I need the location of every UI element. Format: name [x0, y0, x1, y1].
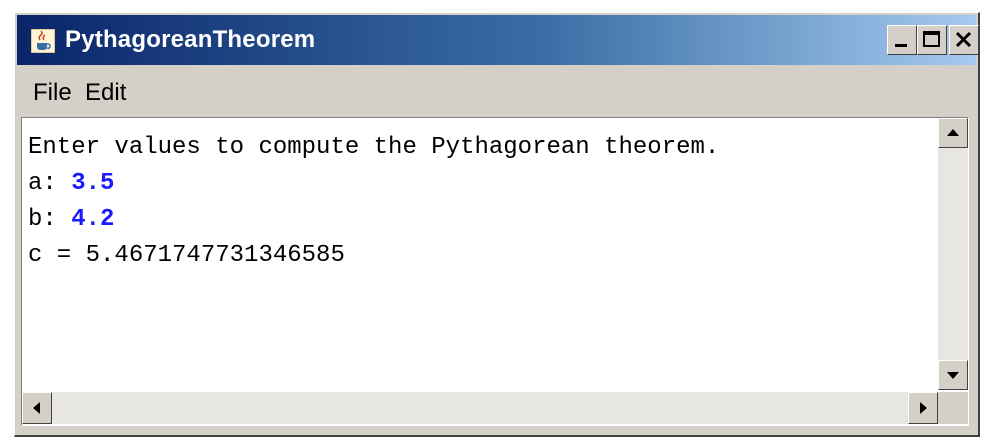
close-icon [950, 26, 978, 54]
maximize-icon [918, 26, 946, 54]
scroll-down-button[interactable] [938, 360, 968, 390]
result-line: c = 5.4671747731346585 [28, 242, 345, 269]
scroll-up-button[interactable] [938, 118, 968, 148]
arrow-up-icon [939, 119, 967, 147]
input-label-b: b: [28, 206, 72, 233]
scroll-pane: Enter values to compute the Pythagorean … [21, 117, 969, 426]
minimize-icon [888, 26, 916, 54]
scroll-corner [938, 392, 968, 424]
title-bar[interactable]: PythagoreanTheorem [17, 15, 979, 65]
horizontal-scrollbar[interactable] [22, 392, 938, 424]
scroll-right-button[interactable] [908, 392, 938, 424]
scroll-left-button[interactable] [22, 392, 52, 424]
maximize-button[interactable] [917, 25, 947, 55]
prompt-line: Enter values to compute the Pythagorean … [28, 134, 720, 161]
arrow-right-icon [909, 393, 937, 423]
minimize-button[interactable] [887, 25, 917, 55]
close-button[interactable] [949, 25, 979, 55]
window-title: PythagoreanTheorem [65, 26, 316, 53]
input-line-b: b: 4.2 [28, 202, 936, 238]
menu-edit[interactable]: Edit [85, 79, 126, 107]
arrow-down-icon [939, 361, 967, 389]
app-window: PythagoreanTheorem File Edit Enter value… [14, 12, 980, 437]
arrow-left-icon [23, 393, 51, 423]
input-label-a: a: [28, 170, 72, 197]
menu-bar: File Edit [17, 69, 976, 115]
input-value-b: 4.2 [71, 206, 115, 233]
menu-file[interactable]: File [33, 79, 72, 107]
vertical-scrollbar[interactable] [938, 118, 968, 390]
input-line-a: a: 3.5 [28, 166, 936, 202]
input-value-a: 3.5 [71, 170, 115, 197]
console-text-area[interactable]: Enter values to compute the Pythagorean … [22, 118, 936, 390]
java-cup-icon[interactable] [31, 29, 55, 53]
